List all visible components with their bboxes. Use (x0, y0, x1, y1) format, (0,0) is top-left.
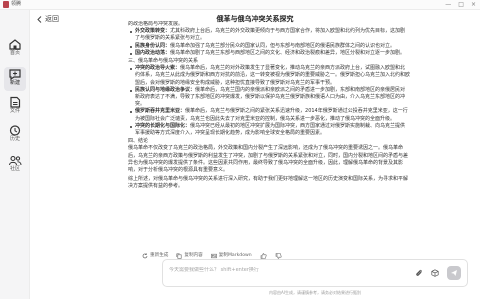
list-item: 国内政治动荡：俄乌革命加剧了乌克兰东部与西部地区之间的文化、经济和政治裂痕和差异… (128, 50, 410, 57)
item-heading: 民族认同与地缘政治争议： (135, 86, 196, 93)
sidebar-item-new[interactable]: 新建 (0, 67, 30, 92)
regenerate-button[interactable]: 重新生成 (142, 253, 168, 259)
sidebar-item-history[interactable]: 历史 (0, 124, 30, 148)
back-button[interactable]: 返回 (37, 15, 59, 24)
chat-input-box (162, 259, 468, 287)
refresh-icon (142, 253, 148, 259)
app-logo (3, 1, 9, 8)
list-item: 冲突的政治导火索：俄乌革命后，乌克兰的对外政策发生了显著变化，推动乌克兰的亲西方… (128, 65, 410, 87)
sidebar-item-files[interactable]: 文件 (0, 96, 30, 120)
sidebar-item-label: 首页 (9, 50, 20, 56)
community-icon (8, 155, 22, 166)
sidebar-item-community[interactable]: 社区 (0, 154, 30, 178)
item-heading: 国内政治动荡： (135, 49, 171, 56)
paragraph: 综上所述，对俄乌革命与俄乌冲突的关系进行深入研究，有助于我们更好地理解这一地区的… (128, 176, 409, 190)
item-text: 俄乌革命加强了乌克兰部分民众的国家认同，但与东部与南部地区的俄语民族群体之间的认… (170, 42, 396, 49)
file-icon (10, 96, 21, 108)
history-icon (9, 125, 21, 136)
sidebar-item-label: 文件 (9, 108, 20, 114)
item-heading: 外交政策转变： (135, 28, 171, 35)
list-item: 外交政策转变：尤其科政府上台后，乌克兰的外交政策更倾向于与西方国家合作，将加入欧… (128, 28, 410, 42)
sidebar-item-home[interactable]: 首页 (0, 38, 30, 62)
paragraph: 俄乌革命不仅改变了乌克兰的政治格局，外交政策和国内分裂产生了深远影响，还成为了俄… (128, 145, 409, 174)
close-button[interactable]: × (471, 1, 476, 9)
item-text: 俄乌革命加剧了乌克兰东部与西部地区之间的文化、经济和政治裂痕和差异，地区分裂和对… (170, 49, 406, 56)
maximize-button[interactable]: □ (458, 1, 464, 9)
sidebar-item-label: 历史 (9, 136, 20, 142)
chevron-left-icon (37, 16, 42, 23)
item-heading: 俄罗斯吞并克里米亚： (135, 108, 186, 115)
sidebar: 首页 新建 文件 历史 社区 (0, 10, 30, 299)
list-item: 民族身份认同：俄乌革命加强了乌克兰部分民众的国家认同，但与东部与南部地区的俄语民… (128, 43, 410, 50)
ai-disclaimer: 内容由AI生成，请谨慎参考，请务必对结果进行甄别 (269, 290, 361, 295)
window-controls: — □ × (445, 1, 476, 9)
new-chat-icon (9, 69, 21, 80)
home-icon (9, 39, 21, 50)
back-label: 返回 (45, 15, 59, 23)
item-heading: 民族身份认同： (135, 42, 171, 49)
answer-content: 的政治格局与冲突发展。 外交政策转变：尤其科政府上台后，乌克兰的外交政策更倾向于… (128, 21, 410, 247)
title-bar: 领腾 — □ × (0, 0, 480, 10)
list-item: 民族认同与地缘政治争议：俄革命后，乌克兰国内的亲俄派和亲欧派之间的矛盾进一步加剧… (128, 87, 410, 109)
minimize-button[interactable]: — (445, 1, 451, 9)
sidebar-item-label: 新建 (9, 80, 20, 86)
input-toolbar (415, 266, 461, 280)
cube-icon[interactable] (431, 269, 439, 277)
list-item: 俄罗斯吞并克里米亚：俄革命后，乌克兰与俄罗斯之间的紧张关系迅速升级，2014年俄… (128, 108, 410, 122)
app-name: 领腾 (11, 1, 22, 7)
item-heading: 冲突的长期化与国际化： (135, 122, 191, 129)
attachment-icon[interactable] (415, 269, 423, 277)
send-button[interactable] (447, 266, 461, 280)
sidebar-item-label: 社区 (9, 166, 20, 172)
item-heading: 冲突的政治导火索： (135, 65, 181, 72)
send-icon (451, 270, 457, 276)
item-text: 尤其科政府上台后，乌克兰的外交政策更倾向于与西方国家合作，将加入欧盟和北约列为优… (135, 28, 406, 42)
list-item: 冲突的长期化与国际化：俄乌冲突已经从最初的地区冲突扩展为国际冲突，西方国家通过对… (128, 123, 410, 137)
chat-input[interactable] (169, 267, 389, 273)
